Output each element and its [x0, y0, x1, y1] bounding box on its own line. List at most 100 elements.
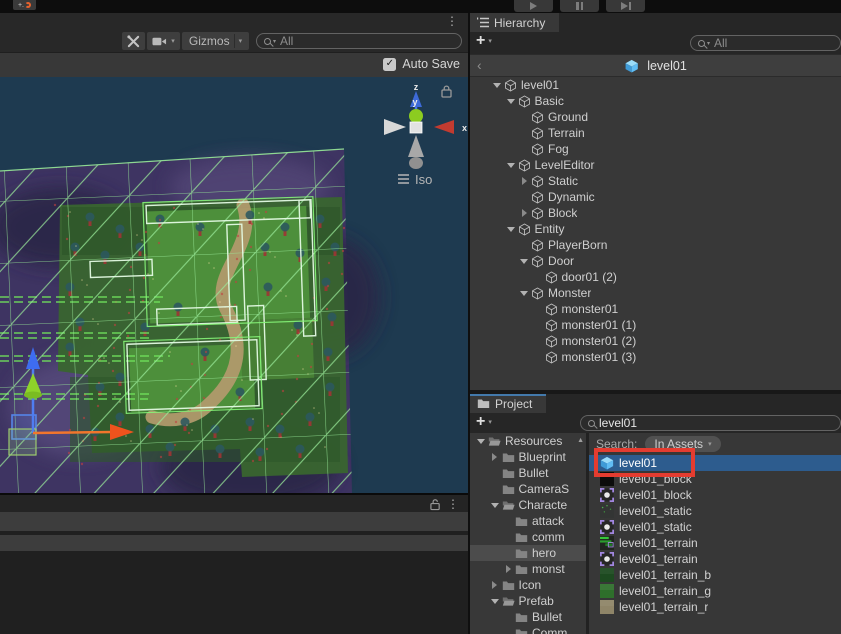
hierarchy-item-playerborn[interactable]: PlayerBorn: [470, 237, 841, 253]
folder-item-hero[interactable]: hero: [470, 545, 586, 561]
expander-closed-icon[interactable]: [518, 209, 530, 217]
hierarchy-item-label: monster01 (3): [562, 350, 637, 364]
hierarchy-item-monster01-3[interactable]: monster01 (3): [470, 349, 841, 365]
camera-view-button[interactable]: ▾: [147, 32, 180, 50]
hierarchy-item-door[interactable]: Door: [470, 253, 841, 269]
prefab-icon: [599, 455, 615, 471]
folder-item-cameras[interactable]: CameraS: [470, 481, 586, 497]
hierarchy-breadcrumb[interactable]: ‹ level01: [470, 54, 841, 77]
plugin-tab-button[interactable]: +.: [13, 0, 36, 10]
sprite-icon: [599, 487, 615, 503]
hierarchy-create-button[interactable]: + ▾: [476, 33, 492, 49]
hierarchy-item-dynamic[interactable]: Dynamic: [470, 189, 841, 205]
bottom-panel-bar-2[interactable]: [0, 535, 468, 551]
expander-open-icon[interactable]: [475, 439, 487, 444]
project-folder-tree: ▲ ResourcesBlueprintBulletCameraSCharact…: [470, 433, 586, 634]
hierarchy-item-monster01-1[interactable]: monster01 (1): [470, 317, 841, 333]
hierarchy-item-static[interactable]: Static: [470, 173, 841, 189]
folder-item-attack[interactable]: attack: [470, 513, 586, 529]
panel-menu-kebab-icon[interactable]: ⋮: [446, 15, 458, 27]
result-item-level01-block[interactable]: level01_block: [589, 487, 841, 503]
expander-open-icon[interactable]: [491, 83, 503, 88]
result-item-label: level01_static: [619, 520, 692, 534]
search-scope-dropdown[interactable]: In Assets ▾: [645, 436, 720, 452]
scroll-up-arrow-icon[interactable]: ▲: [577, 437, 584, 444]
result-item-level01-terrain-g[interactable]: level01_terrain_g: [589, 583, 841, 599]
back-arrow-icon[interactable]: ‹: [477, 57, 482, 73]
tab-project[interactable]: Project: [470, 394, 546, 413]
tab-hierarchy[interactable]: Hierarchy: [470, 13, 559, 32]
gameobject-icon: [530, 126, 545, 140]
result-item-level01-terrain[interactable]: level01_terrain: [589, 551, 841, 567]
expander-open-icon[interactable]: [505, 99, 517, 104]
folder-item-bullet[interactable]: Bullet: [470, 465, 586, 481]
result-item-level01-terrain-r[interactable]: level01_terrain_r: [589, 599, 841, 615]
hierarchy-item-basic[interactable]: Basic: [470, 93, 841, 109]
result-item-label: level01_terrain: [619, 536, 698, 550]
hierarchy-item-fog[interactable]: Fog: [470, 141, 841, 157]
gameobject-icon: [544, 270, 559, 284]
folder-item-resources[interactable]: Resources: [470, 433, 586, 449]
hierarchy-item-entity[interactable]: Entity: [470, 221, 841, 237]
search-filter-caret-icon: ▾: [707, 40, 710, 47]
pause-button[interactable]: [560, 0, 599, 12]
scene-view[interactable]: z y x Iso: [0, 77, 468, 493]
swatch-darkgreen-icon: [599, 567, 615, 583]
result-item-level01-terrain[interactable]: level01_terrain: [589, 535, 841, 551]
project-create-button[interactable]: + ▾: [476, 414, 492, 430]
folder-item-icon[interactable]: Icon: [470, 577, 586, 593]
result-item-level01-block[interactable]: level01_block: [589, 471, 841, 487]
search-filter-caret-icon: ▾: [273, 38, 276, 45]
hierarchy-item-monster[interactable]: Monster: [470, 285, 841, 301]
scene-search-input[interactable]: ▾ All: [256, 33, 462, 49]
gizmos-dropdown[interactable]: Gizmos ▾: [182, 32, 249, 50]
chevron-down-icon: ▾: [708, 441, 712, 448]
expander-closed-icon[interactable]: [518, 177, 530, 185]
folder-item-prefab[interactable]: Prefab: [470, 593, 586, 609]
folder-item-blueprint[interactable]: Blueprint: [470, 449, 586, 465]
expander-open-icon[interactable]: [505, 163, 517, 168]
result-item-label: level01: [619, 456, 657, 470]
bottom-panel-kebab-icon[interactable]: ⋮: [447, 498, 459, 510]
expander-open-icon[interactable]: [518, 259, 530, 264]
folder-item-comm[interactable]: comm: [470, 529, 586, 545]
expander-closed-icon[interactable]: [489, 453, 501, 461]
hierarchy-item-leveleditor[interactable]: LevelEditor: [470, 157, 841, 173]
result-item-level01-static[interactable]: level01_static: [589, 503, 841, 519]
y-axis-ball[interactable]: [409, 109, 423, 123]
hierarchy-item-terrain[interactable]: Terrain: [470, 125, 841, 141]
auto-save-checkbox[interactable]: ✓ Auto Save: [383, 57, 460, 71]
folder-item-label: Blueprint: [519, 450, 566, 464]
hierarchy-item-ground[interactable]: Ground: [470, 109, 841, 125]
folder-item-monst[interactable]: monst: [470, 561, 586, 577]
hierarchy-item-door01-2[interactable]: door01 (2): [470, 269, 841, 285]
expander-closed-icon[interactable]: [489, 581, 501, 589]
expander-closed-icon[interactable]: [502, 565, 514, 573]
hierarchy-item-level01[interactable]: level01: [470, 77, 841, 93]
result-item-level01[interactable]: level01: [589, 455, 841, 471]
folder-item-comm[interactable]: Comm: [470, 625, 586, 634]
play-button[interactable]: [514, 0, 553, 12]
folder-item-label: Bullet: [519, 466, 549, 480]
tools-button[interactable]: [122, 32, 145, 50]
folder-item-bullet[interactable]: Bullet: [470, 609, 586, 625]
expander-open-icon[interactable]: [518, 291, 530, 296]
hierarchy-search-input[interactable]: ▾ All: [690, 35, 841, 51]
axis-x-label: x: [462, 123, 467, 133]
search-icon: [264, 38, 271, 45]
folder-item-characte[interactable]: Characte: [470, 497, 586, 513]
hierarchy-item-monster01-2[interactable]: monster01 (2): [470, 333, 841, 349]
project-search-input[interactable]: level01: [580, 415, 841, 431]
hierarchy-item-block[interactable]: Block: [470, 205, 841, 221]
result-item-level01-static[interactable]: level01_static: [589, 519, 841, 535]
expander-open-icon[interactable]: [489, 503, 501, 508]
bottom-panel-bar-1[interactable]: [0, 512, 468, 531]
result-item-level01-terrain-b[interactable]: level01_terrain_b: [589, 567, 841, 583]
gizmo-cube[interactable]: [410, 122, 422, 133]
expander-open-icon[interactable]: [489, 599, 501, 604]
pause-icon: [576, 2, 583, 10]
folder-item-label: Characte: [519, 498, 568, 512]
hierarchy-item-monster01[interactable]: monster01: [470, 301, 841, 317]
expander-open-icon[interactable]: [505, 227, 517, 232]
step-button[interactable]: [606, 0, 645, 12]
